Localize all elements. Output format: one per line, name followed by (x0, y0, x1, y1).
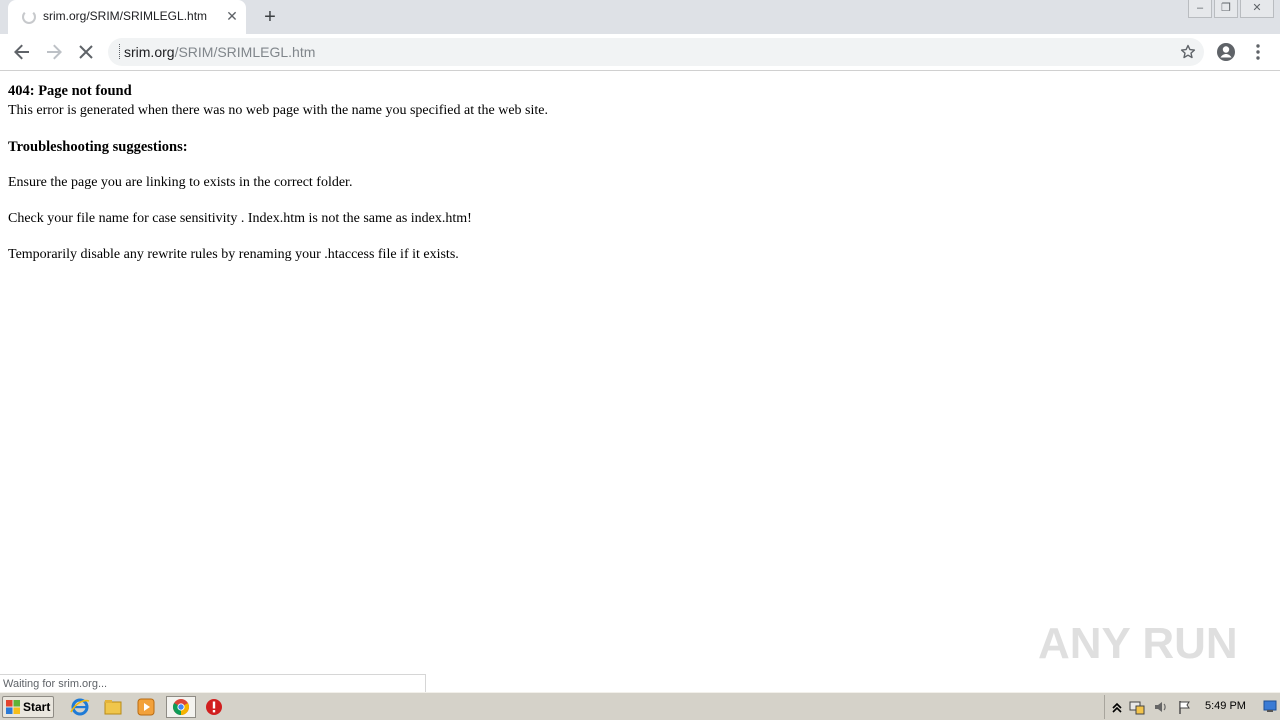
tab-strip: srim.org/SRIM/SRIMLEGL.htm ✕ + – ❐ ✕ (0, 0, 1280, 34)
bookmark-star-icon[interactable] (1180, 44, 1196, 60)
error-heading: 404: Page not found (8, 83, 132, 99)
watermark-text: ANY RUN (1038, 619, 1238, 668)
browser-menu-icon[interactable] (1248, 40, 1268, 64)
back-arrow-icon (14, 44, 29, 60)
file-explorer-icon[interactable] (101, 696, 125, 718)
restore-button[interactable]: ❐ (1214, 0, 1238, 18)
antivirus-alert-icon[interactable] (202, 696, 226, 718)
action-center-flag-icon[interactable] (1177, 699, 1193, 715)
network-icon[interactable] (1129, 699, 1145, 715)
loading-status: Waiting for srim.org... (0, 674, 426, 692)
page-content: 404: Page not found This error is genera… (8, 78, 1272, 264)
system-tray: 5:49 PM (1104, 695, 1278, 719)
media-player-icon[interactable] (134, 696, 158, 718)
close-window-button[interactable]: ✕ (1240, 0, 1274, 18)
error-description: This error is generated when there was n… (8, 103, 548, 118)
stop-loading-button[interactable] (72, 38, 100, 66)
windows-taskbar: Start 5:49 PM (0, 692, 1280, 720)
start-label: Start (23, 700, 51, 714)
text-caret (119, 44, 121, 59)
forward-button[interactable] (40, 38, 68, 66)
close-tab-icon[interactable]: ✕ (224, 8, 240, 24)
address-url: srim.org/SRIM/SRIMLEGL.htm (124, 44, 315, 60)
window-controls: – ❐ ✕ (1188, 0, 1274, 18)
url-path: /SRIM/SRIMLEGL.htm (174, 44, 316, 60)
tab-title: srim.org/SRIM/SRIMLEGL.htm (43, 9, 208, 23)
show-desktop-icon[interactable] (1263, 699, 1277, 713)
troubleshooting-heading: Troubleshooting suggestions: (8, 139, 188, 155)
forward-arrow-icon (47, 44, 62, 60)
suggestion-item: Temporarily disable any rewrite rules by… (8, 247, 459, 262)
tray-overflow-chevron-icon[interactable] (1109, 699, 1125, 715)
taskbar-clock[interactable]: 5:49 PM (1205, 700, 1246, 712)
start-button[interactable]: Start (2, 696, 54, 718)
minimize-button[interactable]: – (1188, 0, 1212, 18)
internet-explorer-icon[interactable] (68, 696, 92, 718)
chrome-icon (173, 699, 189, 715)
browser-tab[interactable]: srim.org/SRIM/SRIMLEGL.htm ✕ (8, 0, 246, 34)
suggestion-item: Ensure the page you are linking to exist… (8, 175, 353, 190)
loading-spinner-icon (22, 10, 36, 24)
volume-icon[interactable] (1153, 699, 1169, 715)
windows-logo-icon (6, 700, 20, 714)
stop-x-icon (79, 45, 93, 59)
address-bar[interactable]: srim.org/SRIM/SRIMLEGL.htm (108, 38, 1204, 66)
browser-toolbar: srim.org/SRIM/SRIMLEGL.htm (0, 34, 1280, 71)
url-host: srim.org (124, 44, 175, 60)
new-tab-button[interactable]: + (259, 6, 281, 28)
anyrun-watermark-logo: ANY RUN (1038, 619, 1238, 668)
back-button[interactable] (8, 38, 36, 66)
chrome-taskbar-button[interactable] (166, 696, 196, 718)
profile-avatar-icon[interactable] (1214, 40, 1238, 64)
suggestion-item: Check your file name for case sensitivit… (8, 211, 472, 226)
